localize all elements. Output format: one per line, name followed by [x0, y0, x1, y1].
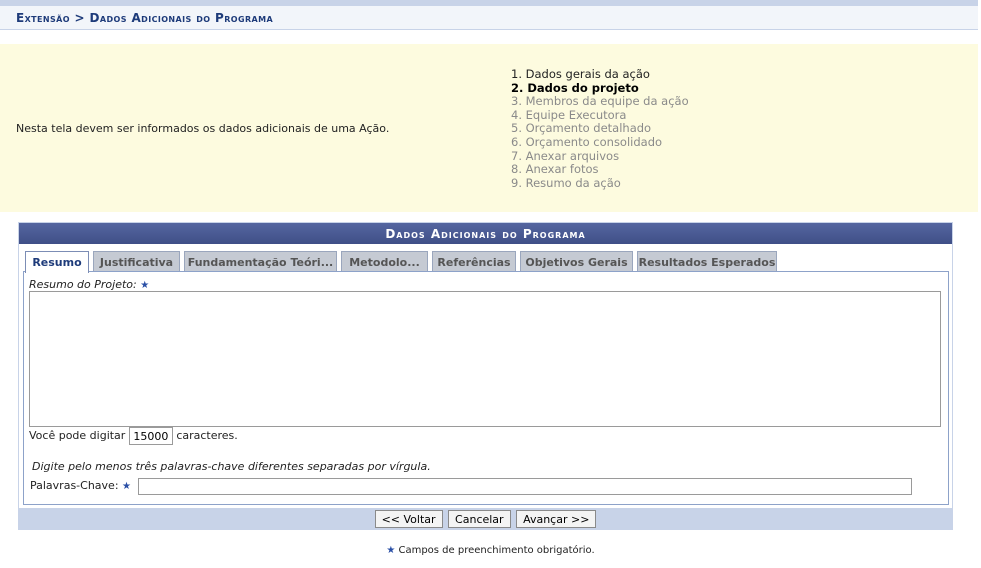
required-footnote: ★ Campos de preenchimento obrigatório.: [0, 545, 981, 556]
cancel-button[interactable]: Cancelar: [448, 510, 511, 528]
step-item: 9. Resumo da ação: [511, 175, 621, 190]
required-star-icon: ★: [386, 545, 396, 556]
step-item: 7. Anexar arquivos: [511, 148, 620, 163]
breadcrumb: Extensão > Dados Adicionais do Programa: [0, 6, 978, 30]
step-item: 6. Orçamento consolidado: [511, 134, 663, 149]
char-counter-prefix: Você pode digitar: [29, 429, 126, 442]
form-panel: Dados Adicionais do Programa Resumo Just…: [18, 222, 953, 530]
char-counter: Você pode digitar caracteres.: [29, 427, 238, 445]
tab-fundamentacao-teorica[interactable]: Fundamentação Teóri...: [184, 251, 337, 272]
panel-title: Dados Adicionais do Programa: [19, 223, 952, 244]
next-button[interactable]: Avançar >>: [516, 510, 597, 528]
required-star-icon: ★: [140, 280, 150, 291]
step-item: 4. Equipe Executora: [511, 107, 627, 122]
tab-objetivos-gerais[interactable]: Objetivos Gerais: [520, 251, 633, 272]
tab-resultados-esperados[interactable]: Resultados Esperados: [637, 251, 777, 272]
keywords-input[interactable]: [138, 478, 912, 495]
char-counter-field: [128, 427, 173, 445]
button-bar: << Voltar Cancelar Avançar >>: [19, 508, 952, 530]
step-item: 8. Anexar fotos: [511, 162, 599, 177]
step-item-current: 2. Dados do projeto: [511, 80, 639, 95]
help-text: Nesta tela devem ser informados os dados…: [16, 122, 390, 135]
keywords-label-text: Palavras-Chave:: [30, 479, 119, 492]
back-button[interactable]: << Voltar: [374, 510, 443, 528]
tab-content-resumo: Resumo do Projeto: ★ Você pode digitar c…: [23, 271, 949, 505]
tab-metodologia[interactable]: Metodolo...: [341, 251, 428, 272]
step-item: 5. Orçamento detalhado: [511, 121, 652, 136]
tab-justificativa[interactable]: Justificativa: [93, 251, 180, 272]
step-item: 1. Dados gerais da ação: [511, 67, 650, 81]
resumo-label-text: Resumo do Projeto:: [29, 278, 137, 291]
wizard-steps: 1. Dados gerais da ação 2. Dados do proj…: [511, 67, 689, 190]
breadcrumb-text: Extensão > Dados Adicionais do Programa: [16, 11, 274, 25]
keywords-label: Palavras-Chave: ★: [30, 479, 131, 492]
tab-referencias[interactable]: Referências: [432, 251, 516, 272]
char-counter-suffix: caracteres.: [176, 429, 238, 442]
step-item: 3. Membros da equipe da ação: [511, 94, 689, 109]
resumo-label: Resumo do Projeto: ★: [29, 278, 149, 291]
help-box: Nesta tela devem ser informados os dados…: [0, 44, 978, 212]
keywords-hint: Digite pelo menos três palavras-chave di…: [32, 460, 431, 473]
required-star-icon: ★: [122, 481, 131, 492]
footnote-text: Campos de preenchimento obrigatório.: [398, 545, 595, 556]
tab-resumo[interactable]: Resumo: [25, 251, 89, 273]
resumo-textarea[interactable]: [29, 291, 941, 427]
